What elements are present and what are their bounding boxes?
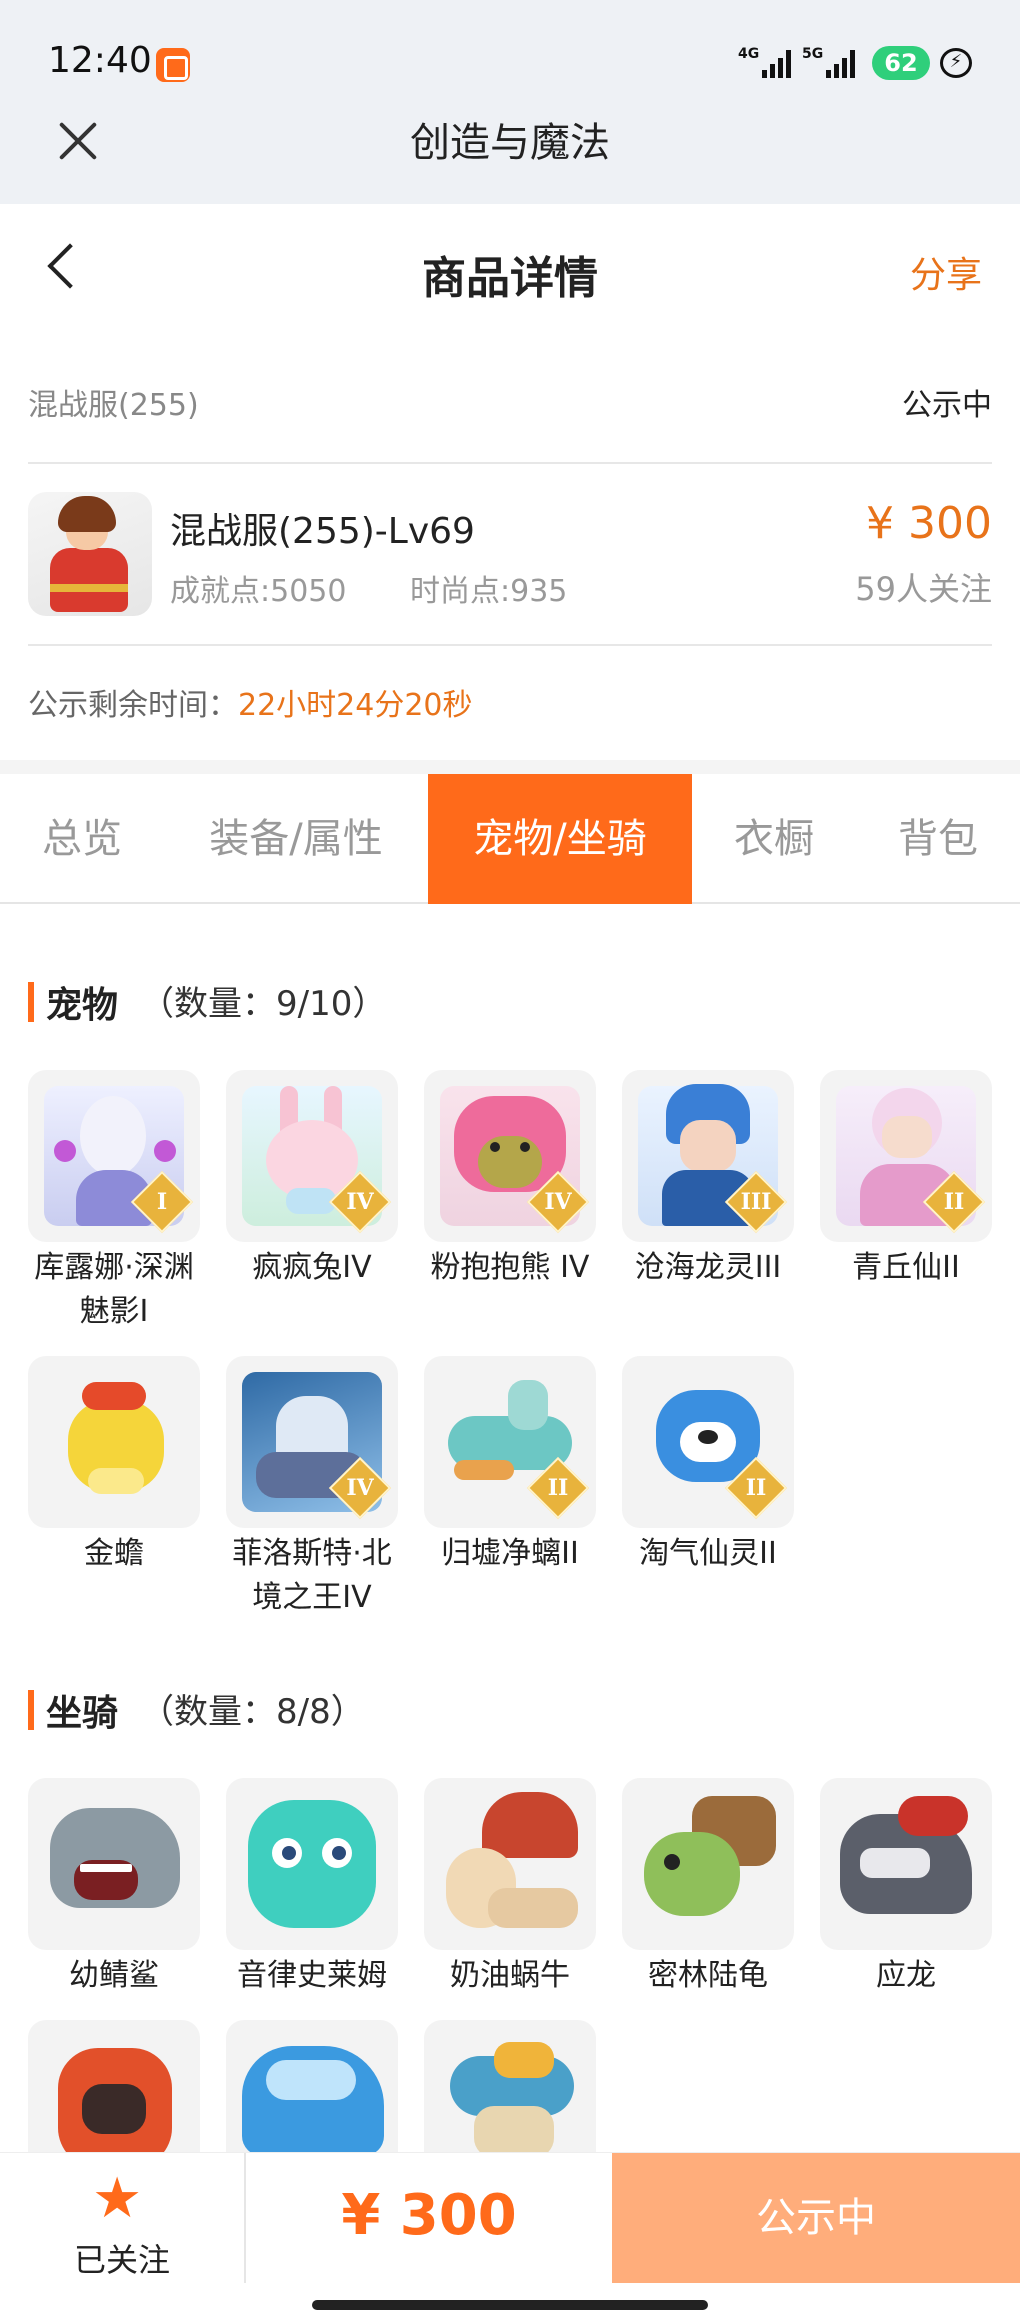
bottom-action-bar: ★ 已关注 ¥ 300 公示中 [0,2152,1020,2323]
pets-title: 宠物 [46,985,119,1026]
pet-name: 菲洛斯特·北境之王IV [232,1536,392,1615]
pet-card[interactable]: IV 粉抱抱熊 IV [424,1070,596,1290]
pet-card[interactable]: II 归墟净螭II [424,1356,596,1576]
mount-card[interactable]: 音律史莱姆 [226,1778,398,1998]
tab-equipment[interactable]: 装备/属性 [164,774,428,904]
mounts-count: （数量：8/8） [140,1692,365,1732]
mount-thumbnail [622,1778,794,1950]
tab-backpack[interactable]: 背包 [856,774,1020,904]
pet-card[interactable]: IV 疯疯兔IV [226,1070,398,1290]
pet-name: 沧海龙灵III [634,1250,782,1285]
product-price: ¥ 300 [866,498,992,549]
signal-bars-icon [762,48,791,78]
pet-card[interactable]: IV 菲洛斯特·北境之王IV [226,1356,398,1620]
network-5g-label: 5G [802,46,824,62]
pet-name: 金蟾 [84,1536,144,1571]
star-icon: ★ [92,2166,143,2231]
share-button[interactable]: 分享 [910,246,982,298]
battery-indicator: 62 [872,46,930,80]
countdown-value: 22小时24分20秒 [238,688,473,723]
nav-bar: 商品详情 分享 [0,204,1020,334]
charging-icon: ⚡ [940,48,972,78]
mount-name: 音律史莱姆 [237,1958,387,1993]
follower-count: 59人关注 [855,570,992,608]
mount-thumbnail [820,1778,992,1950]
pet-card[interactable]: III 沧海龙灵III [622,1070,794,1290]
follow-button[interactable]: ★ 已关注 [0,2153,244,2283]
pet-thumbnail: II [424,1356,596,1528]
mount-thumbnail [424,1778,596,1950]
app-title: 创造与魔法 [410,120,610,166]
mount-thumbnail [28,1778,200,1950]
pet-name: 疯疯兔IV [252,1250,372,1285]
product-summary: 混战服(255)-Lv69 成就点:5050 时尚点:935 ¥ 300 59人… [28,492,992,616]
pet-card[interactable]: II 淘气仙灵II [622,1356,794,1576]
section-accent-bar [28,982,34,1022]
home-indicator[interactable] [312,2300,708,2310]
pet-thumbnail: I [28,1070,200,1242]
pet-card[interactable]: I 库露娜·深渊魅影I [28,1070,200,1334]
pets-count: （数量：9/10） [140,984,387,1024]
pet-thumbnail: IV [226,1356,398,1528]
countdown-row: 公示剩余时间：22小时24分20秒 [28,680,473,724]
countdown-label: 公示剩余时间： [28,688,238,723]
pet-thumbnail: II [622,1356,794,1528]
kuaishou-app-icon [156,48,190,82]
mount-card[interactable]: 幼鲭鲨 [28,1778,200,1998]
mount-card[interactable]: 密林陆龟 [622,1778,794,1998]
divider [28,644,992,646]
tab-wardrobe[interactable]: 衣橱 [692,774,856,904]
product-title: 混战服(255)-Lv69 [170,511,475,552]
character-avatar [28,492,152,616]
pet-name: 归墟净螭II [441,1536,579,1571]
mount-name: 幼鲭鲨 [69,1958,159,1993]
app-header: 创造与魔法 [0,86,1020,204]
mount-card[interactable]: 应龙 [820,1778,992,1998]
pet-thumbnail: IV [226,1070,398,1242]
follow-label: 已关注 [73,2241,170,2279]
mount-name: 密林陆龟 [648,1958,768,1993]
signal-bars-icon [826,48,855,78]
tab-overview[interactable]: 总览 [0,774,164,904]
tab-pets-mounts[interactable]: 宠物/坐骑 [428,774,692,904]
pet-name: 粉抱抱熊 IV [430,1250,590,1285]
divider [28,462,992,464]
pet-thumbnail: II [820,1070,992,1242]
status-button[interactable]: 公示中 [612,2153,1020,2283]
status-time: 12:40 [48,40,152,81]
pet-thumbnail [28,1356,200,1528]
mount-card[interactable]: 奶油蜗牛 [424,1778,596,1998]
pet-card[interactable]: 金蟾 [28,1356,200,1576]
mounts-title: 坐骑 [46,1693,119,1734]
bottom-price: ¥ 300 [341,2183,517,2248]
pet-name: 库露娜·深渊魅影I [34,1250,194,1329]
mount-name: 应龙 [876,1958,936,1993]
achievement-points: 成就点:5050 [170,574,347,609]
section-accent-bar [28,1690,34,1730]
server-name: 混战服(255) [28,388,199,423]
pet-name: 青丘仙II [852,1250,960,1285]
network-4g-label: 4G [738,46,760,62]
page-title: 商品详情 [422,253,598,304]
listing-status: 公示中 [902,388,992,423]
pet-name: 淘气仙灵II [639,1536,777,1571]
pet-thumbnail: III [622,1070,794,1242]
pet-thumbnail: IV [424,1070,596,1242]
pet-card[interactable]: II 青丘仙II [820,1070,992,1290]
server-row: 混战服(255) 公示中 [28,380,992,424]
mount-name: 奶油蜗牛 [450,1958,570,1993]
fashion-points: 时尚点:935 [410,574,568,609]
tab-bar: 总览 装备/属性 宠物/坐骑 衣橱 背包 [0,774,1020,904]
mount-thumbnail [226,1778,398,1950]
section-separator [0,760,1020,774]
